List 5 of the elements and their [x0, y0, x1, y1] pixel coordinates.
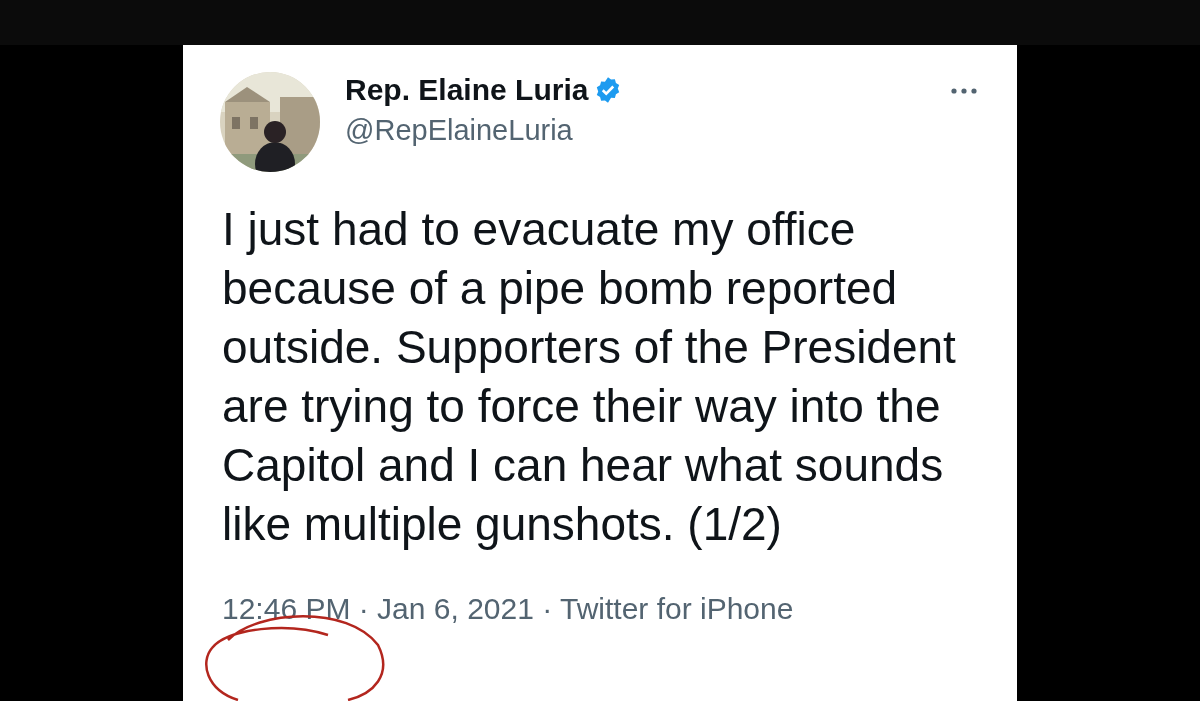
- more-icon[interactable]: [951, 88, 977, 94]
- author-name[interactable]: Rep. Elaine Luria: [345, 70, 589, 110]
- tweet-timestamp: 12:46 PM · Jan 6, 2021 · Twitter for iPhone: [222, 591, 795, 627]
- tweet-text: I just had to evacuate my office because of a pipe bomb reported outside. Supporters of the President are trying to force their way into the Capitol and I can hear what sounds like multiple gunshots. (1/2): [222, 202, 957, 552]
- author-handle[interactable]: @RepElaineLuria: [345, 112, 951, 148]
